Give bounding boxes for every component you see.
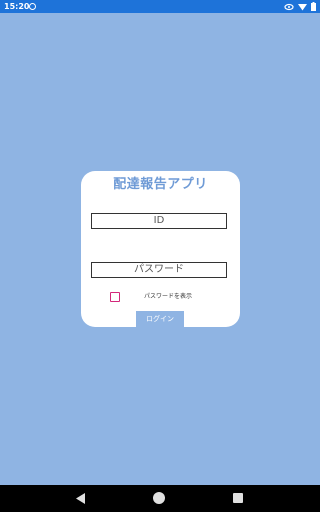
status-bar: 15:20 — [0, 0, 320, 13]
status-icons — [284, 2, 316, 11]
login-card: 配達報告アプリ ID パスワード パスワードを表示 ログイン — [81, 171, 240, 327]
show-password-label: パスワードを表示 — [144, 293, 193, 300]
app-title: 配達報告アプリ — [113, 177, 208, 192]
home-icon[interactable] — [153, 492, 165, 504]
status-time: 15:20 — [4, 2, 30, 11]
login-button[interactable]: ログイン — [136, 311, 184, 327]
app-notification-icon — [29, 3, 36, 10]
wifi-icon — [298, 3, 307, 10]
recents-icon[interactable] — [233, 493, 243, 503]
id-input[interactable]: ID — [91, 213, 227, 229]
password-input[interactable]: パスワード — [91, 262, 227, 278]
battery-icon — [311, 2, 316, 11]
vpn-key-icon — [284, 3, 294, 10]
show-password-checkbox[interactable] — [110, 292, 120, 302]
back-icon[interactable] — [76, 493, 86, 504]
navigation-bar — [0, 485, 320, 512]
app-content: 配達報告アプリ ID パスワード パスワードを表示 ログイン — [0, 13, 320, 485]
